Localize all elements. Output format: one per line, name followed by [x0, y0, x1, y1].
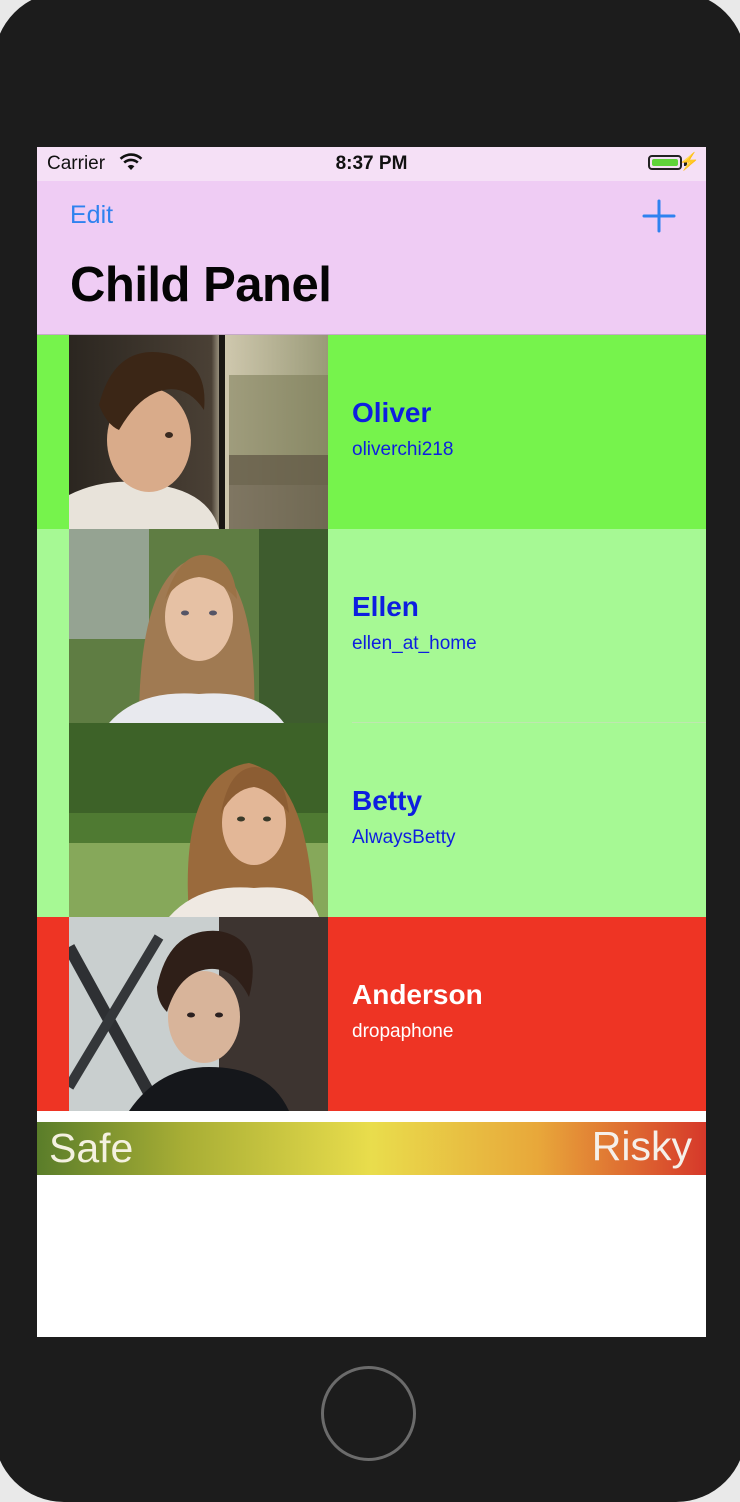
- legend-risky-label: Risky: [591, 1123, 692, 1169]
- risk-legend-bar: Safe Risky: [37, 1122, 706, 1175]
- child-handle: AlwaysBetty: [352, 827, 456, 848]
- child-row-betty[interactable]: Betty AlwaysBetty: [37, 723, 706, 917]
- plus-icon[interactable]: [641, 198, 677, 234]
- young-man-dark-hair-photo: [69, 917, 328, 1111]
- boy-by-train-window-photo: [69, 335, 328, 529]
- child-row-ellen[interactable]: Ellen ellen_at_home: [37, 529, 706, 723]
- child-name: Ellen: [352, 591, 419, 622]
- battery-level: [652, 159, 678, 166]
- child-row-anderson[interactable]: Anderson dropaphone: [37, 917, 706, 1111]
- child-name: Oliver: [352, 397, 432, 428]
- page-title: Child Panel: [70, 258, 332, 312]
- battery-icon: [648, 155, 682, 170]
- navigation-bar: Edit Child Panel: [37, 181, 706, 335]
- girl-in-grass-photo: [69, 723, 328, 917]
- child-handle: dropaphone: [352, 1021, 454, 1042]
- child-row-oliver[interactable]: Oliver oliverchi218: [37, 335, 706, 529]
- child-handle: ellen_at_home: [352, 633, 477, 654]
- child-list: Oliver oliverchi218 Ellen ellen_at_home: [37, 335, 706, 1111]
- child-handle: oliverchi218: [352, 439, 454, 460]
- status-bar: Carrier 8:37 PM ⚡: [37, 147, 706, 181]
- charging-bolt-icon: ⚡: [678, 152, 700, 171]
- clock: 8:37 PM: [335, 153, 408, 174]
- child-name: Betty: [352, 785, 423, 816]
- legend-safe-label: Safe: [49, 1125, 134, 1171]
- girl-blonde-outdoors-photo: [69, 529, 328, 723]
- child-name: Anderson: [352, 979, 483, 1010]
- edit-button[interactable]: Edit: [70, 201, 113, 230]
- home-button[interactable]: [321, 1366, 416, 1461]
- app-screen: Carrier 8:37 PM ⚡ Edit Child Panel Olive…: [37, 147, 706, 1337]
